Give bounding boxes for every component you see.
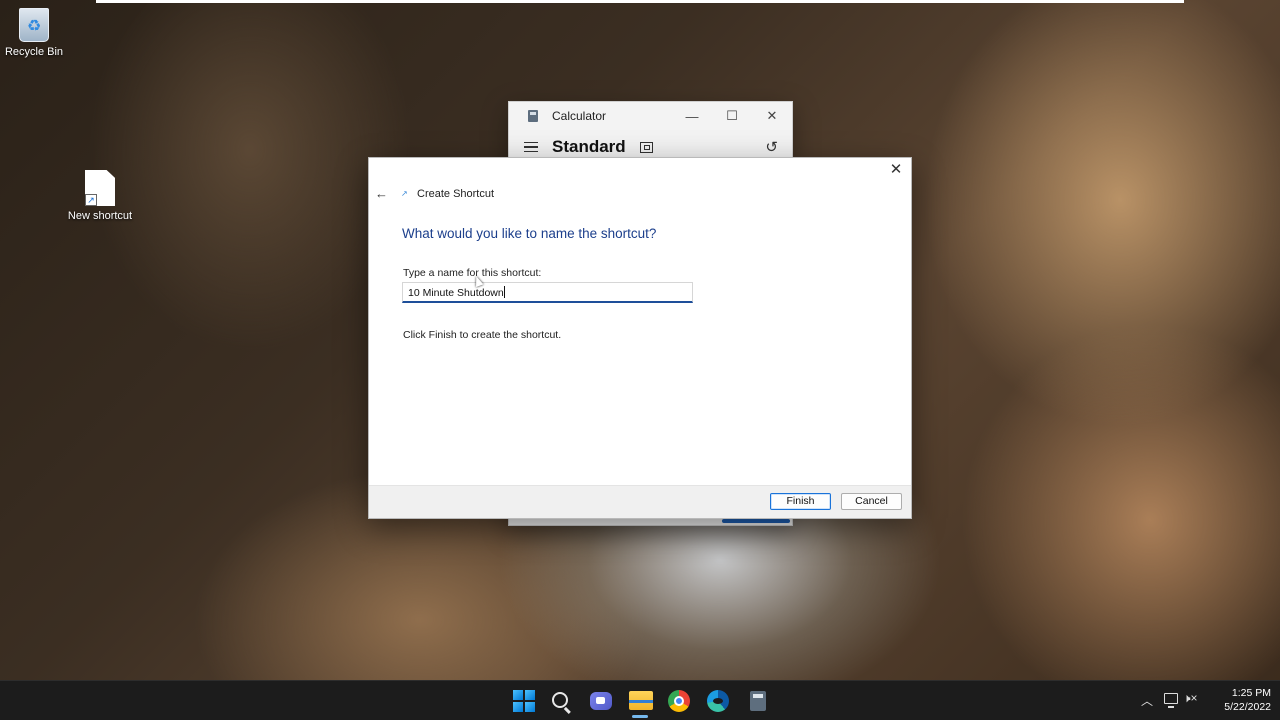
show-hidden-icons-chevron-icon[interactable]: ︿ xyxy=(1141,692,1153,709)
search-icon[interactable] xyxy=(552,692,568,708)
calculator-equals-button-edge xyxy=(722,519,790,523)
finish-button[interactable]: Finish xyxy=(770,493,831,510)
calculator-titlebar[interactable]: Calculator — ☐ ✕ xyxy=(509,102,792,130)
dialog-title: Create Shortcut xyxy=(417,187,495,200)
shortcut-arrow-icon: ↗ xyxy=(85,194,97,206)
finish-hint-text: Click Finish to create the shortcut. xyxy=(403,329,562,341)
calculator-app-icon xyxy=(528,110,538,122)
volume-muted-icon[interactable]: 🕨× xyxy=(1183,691,1198,706)
shortcut-name-value: 10 Minute Shutdown xyxy=(408,287,504,299)
new-shortcut-label: New shortcut xyxy=(67,210,133,222)
clock[interactable]: 1:25 PM 5/22/2022 xyxy=(1207,686,1271,714)
file-explorer-icon[interactable] xyxy=(629,691,653,710)
keep-on-top-icon[interactable] xyxy=(639,141,653,153)
dialog-footer: Finish Cancel xyxy=(369,485,911,518)
cancel-button[interactable]: Cancel xyxy=(841,493,902,510)
history-icon[interactable]: ↺ xyxy=(765,138,778,156)
top-white-strip xyxy=(96,0,1184,3)
close-button[interactable]: ✕ xyxy=(752,108,792,124)
shortcut-file-icon: ↗ xyxy=(85,170,115,206)
start-icon[interactable] xyxy=(512,689,536,713)
chat-icon[interactable] xyxy=(590,692,612,710)
clock-time: 1:25 PM xyxy=(1231,687,1271,699)
maximize-button[interactable]: ☐ xyxy=(712,108,752,124)
taskbar: ︿ 🕨× 1:25 PM 5/22/2022 xyxy=(0,680,1280,720)
edge-icon[interactable] xyxy=(707,690,729,712)
calculator-icon[interactable] xyxy=(750,691,766,711)
desktop-icon-new-shortcut[interactable]: ↗ New shortcut xyxy=(62,170,138,222)
minimize-button[interactable]: — xyxy=(672,109,712,124)
back-arrow-icon[interactable]: ← xyxy=(375,186,391,201)
active-app-indicator xyxy=(632,715,648,718)
recycle-bin-icon xyxy=(19,8,49,42)
text-caret xyxy=(503,286,505,298)
shortcut-wizard-icon: ↗ xyxy=(401,189,408,198)
network-icon[interactable] xyxy=(1164,693,1178,708)
dialog-header: ← ↗ Create Shortcut xyxy=(375,186,494,201)
calculator-title: Calculator xyxy=(552,109,607,123)
recycle-bin-label: Recycle Bin xyxy=(4,46,64,58)
desktop-icon-recycle-bin[interactable]: Recycle Bin xyxy=(0,8,72,58)
chrome-icon[interactable] xyxy=(668,690,690,712)
calculator-mode-title: Standard xyxy=(552,137,626,156)
menu-icon[interactable] xyxy=(524,142,538,152)
clock-date: 5/22/2022 xyxy=(1224,701,1271,713)
dialog-question-heading: What would you like to name the shortcut… xyxy=(402,226,657,241)
create-shortcut-dialog[interactable]: ✕ ← ↗ Create Shortcut What would you lik… xyxy=(368,157,912,519)
shortcut-name-input[interactable]: 10 Minute Shutdown xyxy=(402,282,693,303)
dialog-close-button[interactable]: ✕ xyxy=(887,161,905,179)
